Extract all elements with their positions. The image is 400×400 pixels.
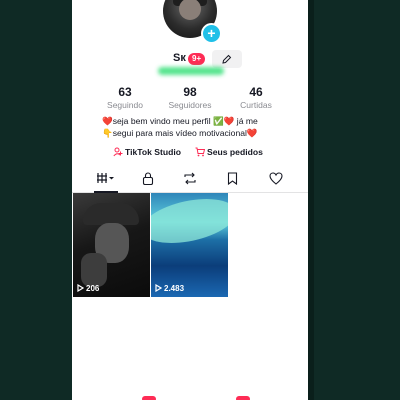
device-edge <box>308 0 314 400</box>
tiktok-studio-label: TikTok Studio <box>125 147 182 157</box>
avatar-face <box>179 0 201 20</box>
bio: ❤️seja bem vindo meu perfil ✅❤️ já me 👇s… <box>102 115 307 139</box>
play-icon <box>77 283 85 293</box>
stat-value: 63 <box>118 85 132 99</box>
tab-favorites[interactable] <box>220 172 244 190</box>
lock-icon <box>142 172 154 185</box>
stat-likes[interactable]: 46 Curtidas <box>221 86 291 111</box>
indicator-dot <box>236 396 250 400</box>
profile-tabs <box>72 170 308 193</box>
view-count: 2.483 <box>155 283 185 293</box>
bookmark-icon <box>227 172 237 185</box>
video-grid: 206 2.483 <box>72 193 308 299</box>
edit-profile-button[interactable] <box>212 50 242 68</box>
stat-followers[interactable]: 98 Seguidores <box>155 86 225 111</box>
bio-line-2: 👇segui para mais vídeo motivacional❤️ <box>102 128 258 138</box>
orders-link[interactable]: Seus pedidos <box>195 147 263 157</box>
video-thumbnail[interactable]: 206 <box>73 193 150 297</box>
view-count-value: 206 <box>86 284 100 293</box>
grid-icon <box>97 173 114 183</box>
view-count-value: 2.483 <box>164 284 185 293</box>
tab-reposts[interactable] <box>178 172 202 190</box>
pencil-icon <box>222 54 232 64</box>
bio-line-1: ❤️seja bem vindo meu perfil ✅❤️ já me <box>102 116 258 126</box>
video-thumbnail[interactable]: 2.483 <box>151 193 228 297</box>
repost-icon <box>184 172 196 185</box>
stat-following[interactable]: 63 Seguindo <box>90 86 160 111</box>
username: Sк <box>173 52 186 64</box>
background-left <box>0 0 72 400</box>
thumbnail-hand <box>81 253 107 287</box>
play-icon <box>155 283 163 293</box>
stat-label: Seguidores <box>168 100 212 110</box>
thumbnail-hat <box>83 203 139 225</box>
thumbnail-reef <box>151 193 228 251</box>
add-story-plus-icon[interactable]: + <box>201 23 222 44</box>
tab-private[interactable] <box>136 172 160 190</box>
tiktok-studio-link[interactable]: TikTok Studio <box>113 147 181 157</box>
bottom-indicator <box>72 396 308 400</box>
stat-label: Seguindo <box>107 100 143 110</box>
profile-stats: 63 Seguindo 98 Seguidores 46 Curtidas <box>72 86 308 112</box>
tab-liked[interactable] <box>264 172 288 190</box>
heart-icon <box>269 172 283 185</box>
profile-screen: + Sк 9+ 63 Seguindo 98 Seguidores 46 Cur… <box>72 0 308 400</box>
stat-value: 46 <box>249 85 263 99</box>
indicator-dot <box>142 396 156 400</box>
view-count: 206 <box>77 283 100 293</box>
profile-links: TikTok Studio Seus pedidos <box>72 147 308 161</box>
studio-icon <box>113 147 123 157</box>
stat-value: 98 <box>183 85 197 99</box>
stat-label: Curtidas <box>240 100 272 110</box>
handle-highlight <box>158 67 224 75</box>
cart-icon <box>195 147 206 157</box>
tab-videos[interactable] <box>94 172 118 193</box>
background-right <box>308 0 400 400</box>
orders-label: Seus pedidos <box>207 147 263 157</box>
notification-badge: 9+ <box>188 53 206 65</box>
